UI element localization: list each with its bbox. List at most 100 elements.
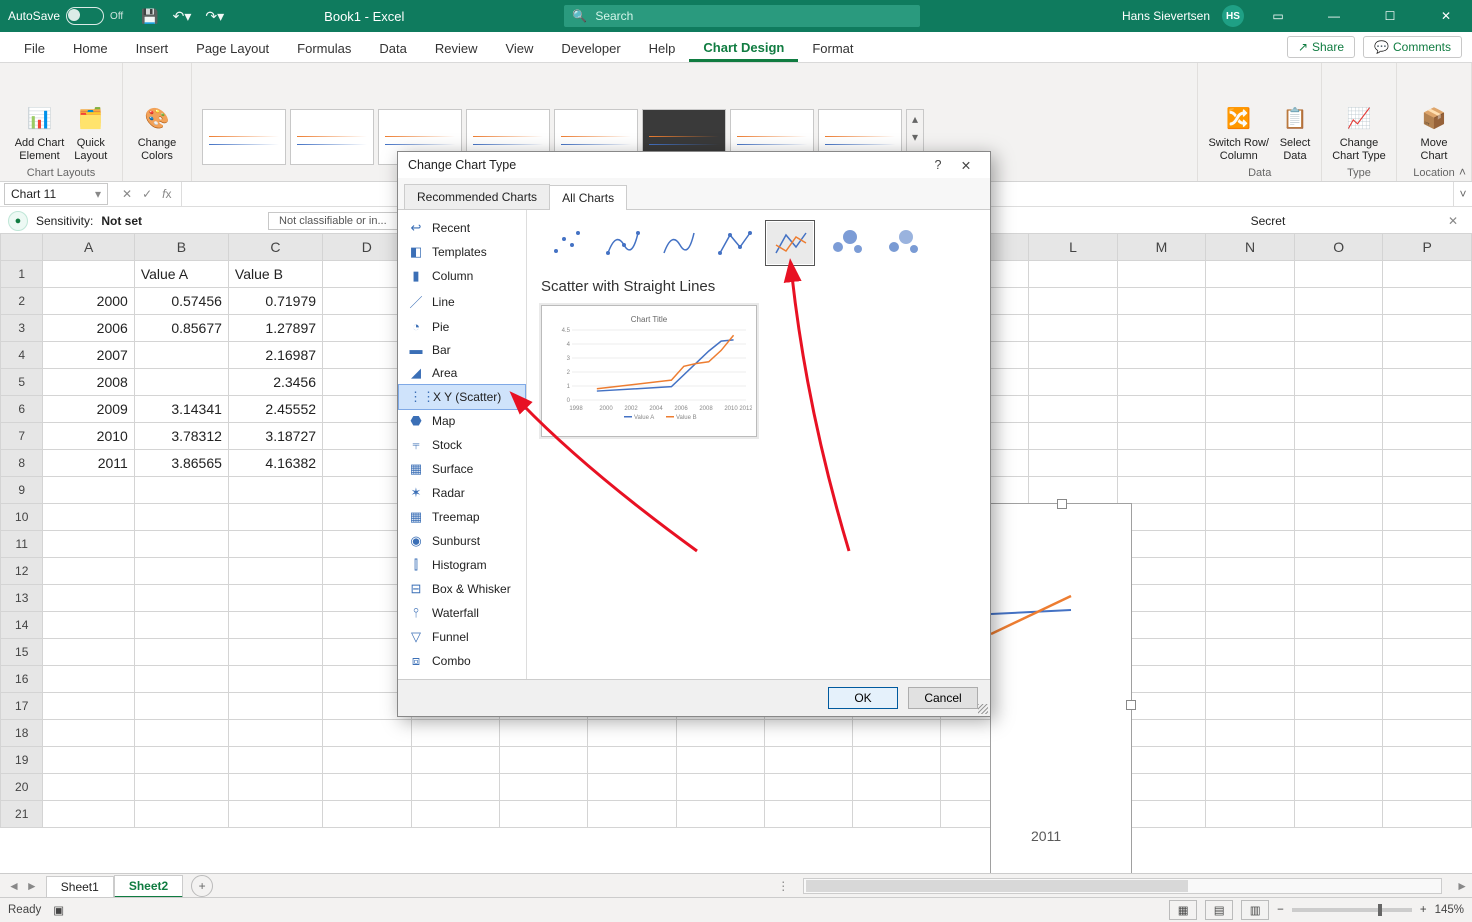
subtype-bubble[interactable] xyxy=(821,220,871,266)
chart-category-x-y-scatter-[interactable]: ⋮⋮X Y (Scatter) xyxy=(398,384,526,410)
cell-N17[interactable] xyxy=(1206,693,1295,720)
sheet-tab-2[interactable]: Sheet2 xyxy=(114,875,183,898)
chart-category-treemap[interactable]: ▦Treemap xyxy=(398,505,526,529)
cell-P14[interactable] xyxy=(1383,612,1472,639)
chart-category-bar[interactable]: ▬Bar xyxy=(398,338,526,361)
row-header-10[interactable]: 10 xyxy=(1,504,43,531)
cell-E18[interactable] xyxy=(411,720,499,747)
tab-view[interactable]: View xyxy=(491,35,547,62)
cell-P12[interactable] xyxy=(1383,558,1472,585)
row-header-6[interactable]: 6 xyxy=(1,396,43,423)
cell-N19[interactable] xyxy=(1206,747,1295,774)
chart-category-radar[interactable]: ✶Radar xyxy=(398,481,526,505)
cell-M6[interactable] xyxy=(1117,396,1206,423)
cell-B2[interactable]: 0.57456 xyxy=(134,288,228,315)
cell-C16[interactable] xyxy=(228,666,322,693)
cell-L1[interactable] xyxy=(1029,261,1117,288)
cell-I20[interactable] xyxy=(765,774,853,801)
cell-C18[interactable] xyxy=(228,720,322,747)
cancel-edit-icon[interactable]: ✕ xyxy=(122,187,132,201)
cell-C14[interactable] xyxy=(228,612,322,639)
cell-L6[interactable] xyxy=(1029,396,1117,423)
cell-L4[interactable] xyxy=(1029,342,1117,369)
row-header-7[interactable]: 7 xyxy=(1,423,43,450)
search-box[interactable]: 🔍 Search xyxy=(564,5,920,27)
new-sheet-button[interactable]: + xyxy=(191,875,213,897)
cell-O17[interactable] xyxy=(1294,693,1383,720)
sheet-nav-prev-icon[interactable]: ◄ xyxy=(8,879,20,893)
chart-category-map[interactable]: ⬣Map xyxy=(398,409,526,433)
row-header-3[interactable]: 3 xyxy=(1,315,43,342)
cell-C20[interactable] xyxy=(228,774,322,801)
cell-J21[interactable] xyxy=(852,801,940,828)
cell-F21[interactable] xyxy=(499,801,587,828)
cell-N20[interactable] xyxy=(1206,774,1295,801)
cell-A7[interactable]: 2010 xyxy=(43,423,134,450)
cell-A11[interactable] xyxy=(43,531,134,558)
cell-O3[interactable] xyxy=(1294,315,1383,342)
cell-C19[interactable] xyxy=(228,747,322,774)
cell-G21[interactable] xyxy=(588,801,677,828)
subtype-bubble-3d[interactable] xyxy=(877,220,927,266)
tab-page-layout[interactable]: Page Layout xyxy=(182,35,283,62)
cell-O20[interactable] xyxy=(1294,774,1383,801)
tab-help[interactable]: Help xyxy=(635,35,690,62)
tab-home[interactable]: Home xyxy=(59,35,122,62)
cell-A10[interactable] xyxy=(43,504,134,531)
cell-C8[interactable]: 4.16382 xyxy=(228,450,322,477)
cell-O2[interactable] xyxy=(1294,288,1383,315)
chart-preview[interactable]: Chart Title 4.543 210 199820002002 2 xyxy=(541,305,757,437)
cell-A12[interactable] xyxy=(43,558,134,585)
cell-O4[interactable] xyxy=(1294,342,1383,369)
cell-O6[interactable] xyxy=(1294,396,1383,423)
cell-B7[interactable]: 3.78312 xyxy=(134,423,228,450)
cell-N1[interactable] xyxy=(1206,261,1295,288)
ok-button[interactable]: OK xyxy=(828,687,898,709)
cell-M9[interactable] xyxy=(1117,477,1206,504)
cell-E21[interactable] xyxy=(411,801,499,828)
cancel-button[interactable]: Cancel xyxy=(908,687,978,709)
cell-B18[interactable] xyxy=(134,720,228,747)
cell-F18[interactable] xyxy=(499,720,587,747)
chart-category-pie[interactable]: ◔Pie xyxy=(398,315,526,338)
cell-A4[interactable]: 2007 xyxy=(43,342,134,369)
cell-O8[interactable] xyxy=(1294,450,1383,477)
row-header-17[interactable]: 17 xyxy=(1,693,43,720)
row-header-16[interactable]: 16 xyxy=(1,666,43,693)
cell-A17[interactable] xyxy=(43,693,134,720)
fx-icon[interactable]: fx xyxy=(162,187,171,201)
cell-F20[interactable] xyxy=(499,774,587,801)
cell-O9[interactable] xyxy=(1294,477,1383,504)
cell-L3[interactable] xyxy=(1029,315,1117,342)
cell-P6[interactable] xyxy=(1383,396,1472,423)
col-header-C[interactable]: C xyxy=(228,234,322,261)
cell-N6[interactable] xyxy=(1206,396,1295,423)
gallery-up-icon[interactable]: ▴ xyxy=(907,112,923,126)
cell-B21[interactable] xyxy=(134,801,228,828)
cell-I18[interactable] xyxy=(765,720,853,747)
chart-handle-top[interactable] xyxy=(1057,499,1067,509)
cell-B11[interactable] xyxy=(134,531,228,558)
cell-O11[interactable] xyxy=(1294,531,1383,558)
cell-C3[interactable]: 1.27897 xyxy=(228,315,322,342)
cell-C9[interactable] xyxy=(228,477,322,504)
cell-N9[interactable] xyxy=(1206,477,1295,504)
zoom-out-icon[interactable]: − xyxy=(1277,904,1284,916)
cell-B14[interactable] xyxy=(134,612,228,639)
cell-C1[interactable]: Value B xyxy=(228,261,322,288)
cell-O10[interactable] xyxy=(1294,504,1383,531)
cell-P15[interactable] xyxy=(1383,639,1472,666)
cell-N2[interactable] xyxy=(1206,288,1295,315)
cell-J20[interactable] xyxy=(852,774,940,801)
tab-insert[interactable]: Insert xyxy=(122,35,183,62)
row-header-20[interactable]: 20 xyxy=(1,774,43,801)
cell-L2[interactable] xyxy=(1029,288,1117,315)
chart-category-box-whisker[interactable]: ⊟Box & Whisker xyxy=(398,577,526,601)
undo-icon[interactable]: ↶▾ xyxy=(173,8,192,25)
add-chart-element-button[interactable]: 📊Add Chart Element xyxy=(11,101,69,165)
cell-L7[interactable] xyxy=(1029,423,1117,450)
row-header-11[interactable]: 11 xyxy=(1,531,43,558)
cell-J19[interactable] xyxy=(852,747,940,774)
row-header-5[interactable]: 5 xyxy=(1,369,43,396)
cell-B5[interactable] xyxy=(134,369,228,396)
